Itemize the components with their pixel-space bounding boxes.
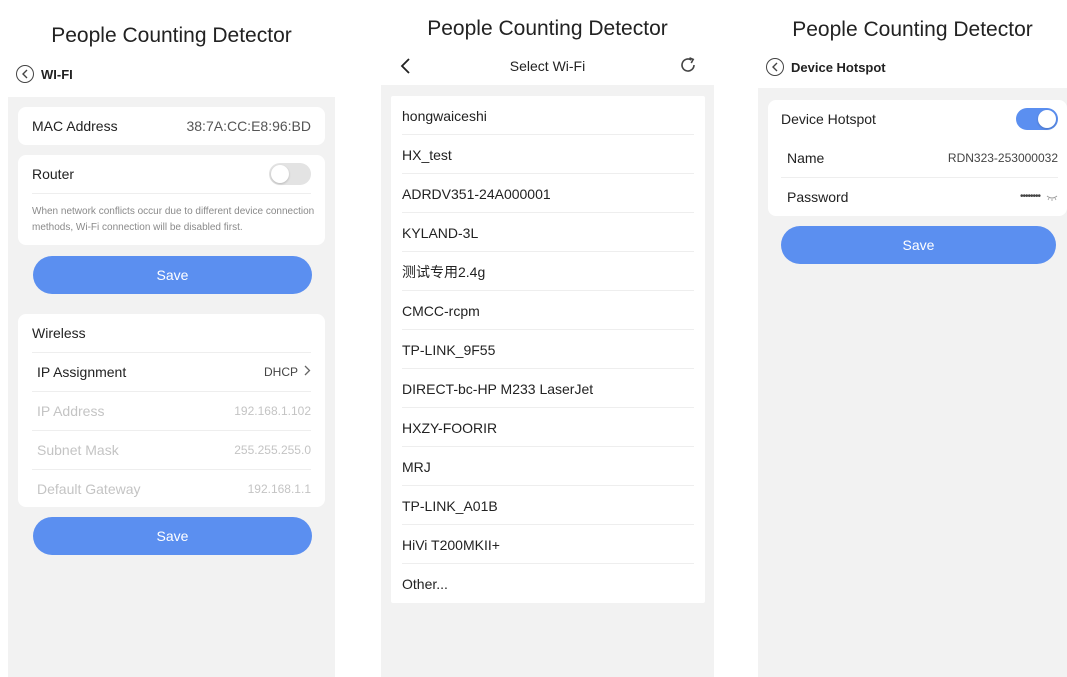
ip-address-row: IP Address 192.168.1.102 (18, 391, 325, 430)
eye-closed-icon[interactable] (1046, 188, 1058, 206)
wifi-network-name: CMCC-rcpm (402, 302, 480, 319)
content-area: hongwaiceshi HX_test ADRDV351-24A000001 KYL… (381, 85, 714, 677)
back-circle-icon[interactable] (766, 58, 784, 76)
app-title: People Counting Detector (427, 17, 668, 40)
hotspot-name-value: RDN323-253000032 (947, 150, 1058, 165)
wifi-network-item[interactable]: KYLAND-3L (391, 213, 705, 252)
wifi-network-name: KYLAND-3L (402, 224, 479, 241)
wifi-network-name: MRJ (402, 458, 431, 475)
wifi-network-name: DIRECT-bc-HP M233 LaserJet (402, 380, 594, 397)
hotspot-password-value: •••••••• (1019, 191, 1041, 202)
nav-title: Device Hotspot (791, 59, 886, 75)
router-label: Router (32, 166, 75, 182)
wifi-network-name: HXZY-FOORIR (402, 419, 498, 436)
content-area: MAC Address 38:7A:CC:E8:96:BD Router Whe… (8, 97, 335, 677)
wifi-network-name: 测试专用2.4g (402, 263, 486, 280)
wifi-network-list: hongwaiceshi HX_test ADRDV351-24A000001 KYL… (391, 96, 705, 603)
router-note: When network conflicts occur due to diff… (32, 206, 315, 233)
device-hotspot-screen: People Counting Detector Device Hotspot … (758, 0, 1067, 677)
wifi-network-name: Other... (402, 575, 448, 592)
refresh-icon[interactable] (679, 56, 697, 79)
hotspot-name-row[interactable]: Name RDN323-253000032 (768, 138, 1067, 177)
hotspot-label: Device Hotspot (781, 111, 876, 127)
hotspot-name-label: Name (787, 149, 825, 166)
wifi-network-name: TP-LINK_A01B (402, 497, 498, 514)
toggle-knob (1038, 110, 1056, 128)
wifi-network-name: hongwaiceshi (402, 107, 487, 124)
hotspot-save-button[interactable]: Save (781, 226, 1056, 264)
wifi-network-name: HiVi T200MKII+ (402, 536, 500, 553)
subnet-mask-value: 255.255.255.0 (234, 442, 311, 457)
back-nav[interactable]: Device Hotspot (766, 58, 886, 76)
content-area: Device Hotspot Name RDN323-253000032 Pas… (758, 88, 1067, 677)
wifi-network-item[interactable]: Other... (391, 564, 705, 603)
hotspot-password-row[interactable]: Password •••••••• (768, 177, 1067, 216)
mac-address-card: MAC Address 38:7A:CC:E8:96:BD (18, 107, 325, 145)
subnet-mask-label: Subnet Mask (37, 441, 119, 458)
wifi-network-item[interactable]: CMCC-rcpm (391, 291, 705, 330)
wifi-network-name: TP-LINK_9F55 (402, 341, 496, 358)
select-wifi-title: Select Wi-Fi (509, 58, 586, 74)
wifi-network-item[interactable]: TP-LINK_9F55 (391, 330, 705, 369)
toggle-knob (271, 165, 289, 183)
select-wifi-screen: People Counting Detector Select Wi-Fi ho… (381, 0, 714, 677)
chevron-right-icon (304, 363, 311, 381)
app-title: People Counting Detector (51, 24, 292, 47)
ip-address-value: 192.168.1.102 (234, 403, 311, 418)
wireless-save-button[interactable]: Save (33, 517, 312, 555)
mac-address-label: MAC Address (32, 118, 118, 134)
ip-assignment-value: DHCP (263, 364, 298, 379)
back-nav[interactable]: WI-FI (16, 65, 73, 83)
wifi-network-item[interactable]: TP-LINK_A01B (391, 486, 705, 525)
mac-address-value: 38:7A:CC:E8:96:BD (186, 118, 311, 134)
wifi-network-item[interactable]: HX_test (391, 135, 705, 174)
hotspot-card: Device Hotspot Name RDN323-253000032 Pas… (768, 100, 1067, 216)
back-circle-icon[interactable] (16, 65, 34, 83)
hotspot-password-label: Password (787, 188, 849, 205)
wifi-network-name: ADRDV351-24A000001 (402, 185, 551, 202)
default-gateway-label: Default Gateway (37, 480, 141, 497)
hotspot-toggle[interactable] (1016, 108, 1058, 130)
nav-title: WI-FI (41, 66, 73, 82)
ip-assignment-label: IP Assignment (37, 363, 127, 380)
wireless-card: Wireless IP Assignment DHCP IP Address 1… (18, 314, 325, 507)
wifi-network-item[interactable]: HXZY-FOORIR (391, 408, 705, 447)
wireless-header: Wireless (32, 325, 86, 341)
wifi-network-item[interactable]: MRJ (391, 447, 705, 486)
router-card: Router When network conflicts occur due … (18, 155, 325, 245)
ip-assignment-row[interactable]: IP Assignment DHCP (18, 352, 325, 391)
app-title: People Counting Detector (792, 18, 1033, 41)
router-save-button[interactable]: Save (33, 256, 312, 294)
default-gateway-value: 192.168.1.1 (247, 481, 311, 496)
router-toggle[interactable] (269, 163, 311, 185)
divider (32, 193, 311, 194)
ip-address-label: IP Address (37, 402, 105, 419)
wifi-network-item[interactable]: hongwaiceshi (391, 96, 705, 135)
wifi-settings-screen: People Counting Detector WI-FI MAC Addre… (8, 0, 335, 677)
subnet-mask-row: Subnet Mask 255.255.255.0 (18, 430, 325, 469)
wifi-network-item[interactable]: DIRECT-bc-HP M233 LaserJet (391, 369, 705, 408)
wifi-network-name: HX_test (402, 146, 452, 163)
wifi-network-item[interactable]: 测试专用2.4g (391, 252, 705, 291)
wifi-network-item[interactable]: ADRDV351-24A000001 (391, 174, 705, 213)
wifi-network-item[interactable]: HiVi T200MKII+ (391, 525, 705, 564)
default-gateway-row: Default Gateway 192.168.1.1 (18, 469, 325, 508)
